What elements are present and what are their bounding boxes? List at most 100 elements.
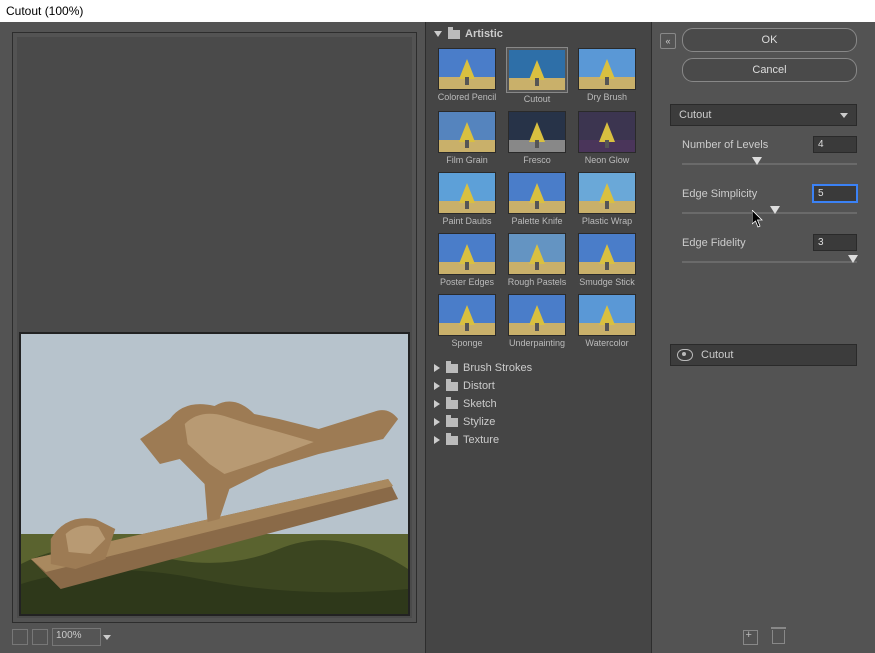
thumb-label: Plastic Wrap xyxy=(582,216,632,226)
zoom-in-icon[interactable] xyxy=(32,629,48,645)
category-sketch[interactable]: Sketch xyxy=(434,395,651,413)
disclosure-right-icon xyxy=(434,382,440,390)
filter-thumb-dry-brush[interactable]: Dry Brush xyxy=(576,48,638,108)
zoom-out-icon[interactable] xyxy=(12,629,28,645)
folder-icon xyxy=(446,436,458,445)
filter-thumb-colored-pencil[interactable]: Colored Pencil xyxy=(436,48,498,108)
param-edge-fidelity: Edge Fidelity 3 xyxy=(682,234,857,269)
preview-canvas[interactable] xyxy=(17,37,412,618)
param-input-simplicity[interactable]: 5 xyxy=(813,185,857,202)
folder-icon xyxy=(446,364,458,373)
category-brush-strokes[interactable]: Brush Strokes xyxy=(434,359,651,377)
preview-image xyxy=(19,332,410,616)
layers-footer xyxy=(652,627,875,647)
thumb-label: Underpainting xyxy=(509,338,565,348)
chevron-down-icon xyxy=(840,113,848,118)
param-label: Number of Levels xyxy=(682,139,768,151)
slider-simplicity[interactable] xyxy=(682,206,857,220)
zoom-value: 100% xyxy=(56,630,82,641)
visibility-eye-icon[interactable] xyxy=(677,349,693,361)
cancel-label: Cancel xyxy=(752,64,786,76)
filter-select[interactable]: Cutout xyxy=(670,104,857,126)
folder-icon xyxy=(448,30,460,39)
param-input-levels[interactable]: 4 xyxy=(813,136,857,153)
param-value: 5 xyxy=(818,188,824,199)
folder-icon xyxy=(446,418,458,427)
thumb-label: Sponge xyxy=(451,338,482,348)
filter-thumb-cutout[interactable]: Cutout xyxy=(506,48,568,108)
category-distort[interactable]: Distort xyxy=(434,377,651,395)
thumb-image xyxy=(578,172,636,214)
main-container: 100% Artistic Colored Pencil Cutout Dry … xyxy=(0,22,875,653)
thumb-image xyxy=(578,294,636,336)
thumb-label: Cutout xyxy=(524,94,551,104)
category-texture[interactable]: Texture xyxy=(434,431,651,449)
category-artistic-header[interactable]: Artistic xyxy=(426,22,651,42)
zoom-select[interactable]: 100% xyxy=(52,628,101,646)
filter-thumb-film-grain[interactable]: Film Grain xyxy=(436,111,498,169)
slider-knob[interactable] xyxy=(848,255,858,263)
layer-name: Cutout xyxy=(701,349,733,361)
slider-fidelity[interactable] xyxy=(682,255,857,269)
thumb-label: Rough Pastels xyxy=(508,277,567,287)
disclosure-right-icon xyxy=(434,400,440,408)
thumb-image xyxy=(507,48,567,92)
slider-knob[interactable] xyxy=(770,206,780,214)
chevron-down-icon[interactable] xyxy=(103,635,111,640)
layer-row[interactable]: Cutout xyxy=(670,344,857,366)
filter-thumb-underpainting[interactable]: Underpainting xyxy=(506,294,568,352)
thumb-image xyxy=(438,294,496,336)
param-label: Edge Simplicity xyxy=(682,188,757,200)
filter-thumb-sponge[interactable]: Sponge xyxy=(436,294,498,352)
thumb-label: Fresco xyxy=(523,155,551,165)
ok-button[interactable]: OK xyxy=(682,28,857,52)
slider-levels[interactable] xyxy=(682,157,857,171)
category-stylize[interactable]: Stylize xyxy=(434,413,651,431)
filter-thumb-watercolor[interactable]: Watercolor xyxy=(576,294,638,352)
delete-effect-layer-icon[interactable] xyxy=(772,630,785,644)
thumb-label: Paint Daubs xyxy=(442,216,491,226)
folder-icon xyxy=(446,382,458,391)
category-label: Texture xyxy=(463,434,499,446)
filter-thumb-poster-edges[interactable]: Poster Edges xyxy=(436,233,498,291)
folder-icon xyxy=(446,400,458,409)
param-value: 4 xyxy=(818,139,824,150)
new-effect-layer-icon[interactable] xyxy=(743,630,758,645)
thumb-image xyxy=(578,233,636,275)
param-label: Edge Fidelity xyxy=(682,237,746,249)
thumb-label: Colored Pencil xyxy=(438,92,497,102)
thumb-image xyxy=(578,48,636,90)
param-edge-simplicity: Edge Simplicity 5 xyxy=(682,185,857,220)
category-label: Distort xyxy=(463,380,495,392)
filter-thumb-paint-daubs[interactable]: Paint Daubs xyxy=(436,172,498,230)
thumb-image xyxy=(508,233,566,275)
filter-thumb-neon-glow[interactable]: Neon Glow xyxy=(576,111,638,169)
effect-layers: Cutout xyxy=(670,344,857,366)
thumb-label: Dry Brush xyxy=(587,92,627,102)
thumb-label: Film Grain xyxy=(446,155,488,165)
thumb-image xyxy=(438,233,496,275)
settings-pane: « OK Cancel Cutout Number of Levels 4 Ed… xyxy=(652,22,875,653)
thumb-label: Poster Edges xyxy=(440,277,494,287)
filter-gallery-pane: Artistic Colored Pencil Cutout Dry Brush… xyxy=(425,22,652,653)
param-number-of-levels: Number of Levels 4 xyxy=(682,136,857,171)
filter-thumb-palette-knife[interactable]: Palette Knife xyxy=(506,172,568,230)
slider-knob[interactable] xyxy=(752,157,762,165)
category-label: Brush Strokes xyxy=(463,362,532,374)
disclosure-down-icon xyxy=(434,31,442,37)
collapse-toggle[interactable]: « xyxy=(660,33,676,49)
thumb-image xyxy=(438,111,496,153)
param-input-fidelity[interactable]: 3 xyxy=(813,234,857,251)
thumb-label: Smudge Stick xyxy=(579,277,635,287)
cancel-button[interactable]: Cancel xyxy=(682,58,857,82)
filter-thumb-smudge-stick[interactable]: Smudge Stick xyxy=(576,233,638,291)
filter-select-label: Cutout xyxy=(679,109,711,121)
filter-thumb-plastic-wrap[interactable]: Plastic Wrap xyxy=(576,172,638,230)
thumb-label: Palette Knife xyxy=(511,216,562,226)
thumb-image xyxy=(578,111,636,153)
category-label: Artistic xyxy=(465,28,503,40)
filter-thumb-fresco[interactable]: Fresco xyxy=(506,111,568,169)
thumb-image xyxy=(508,294,566,336)
category-list: Brush Strokes Distort SketchStylize Texture xyxy=(426,353,651,449)
filter-thumb-rough-pastels[interactable]: Rough Pastels xyxy=(506,233,568,291)
